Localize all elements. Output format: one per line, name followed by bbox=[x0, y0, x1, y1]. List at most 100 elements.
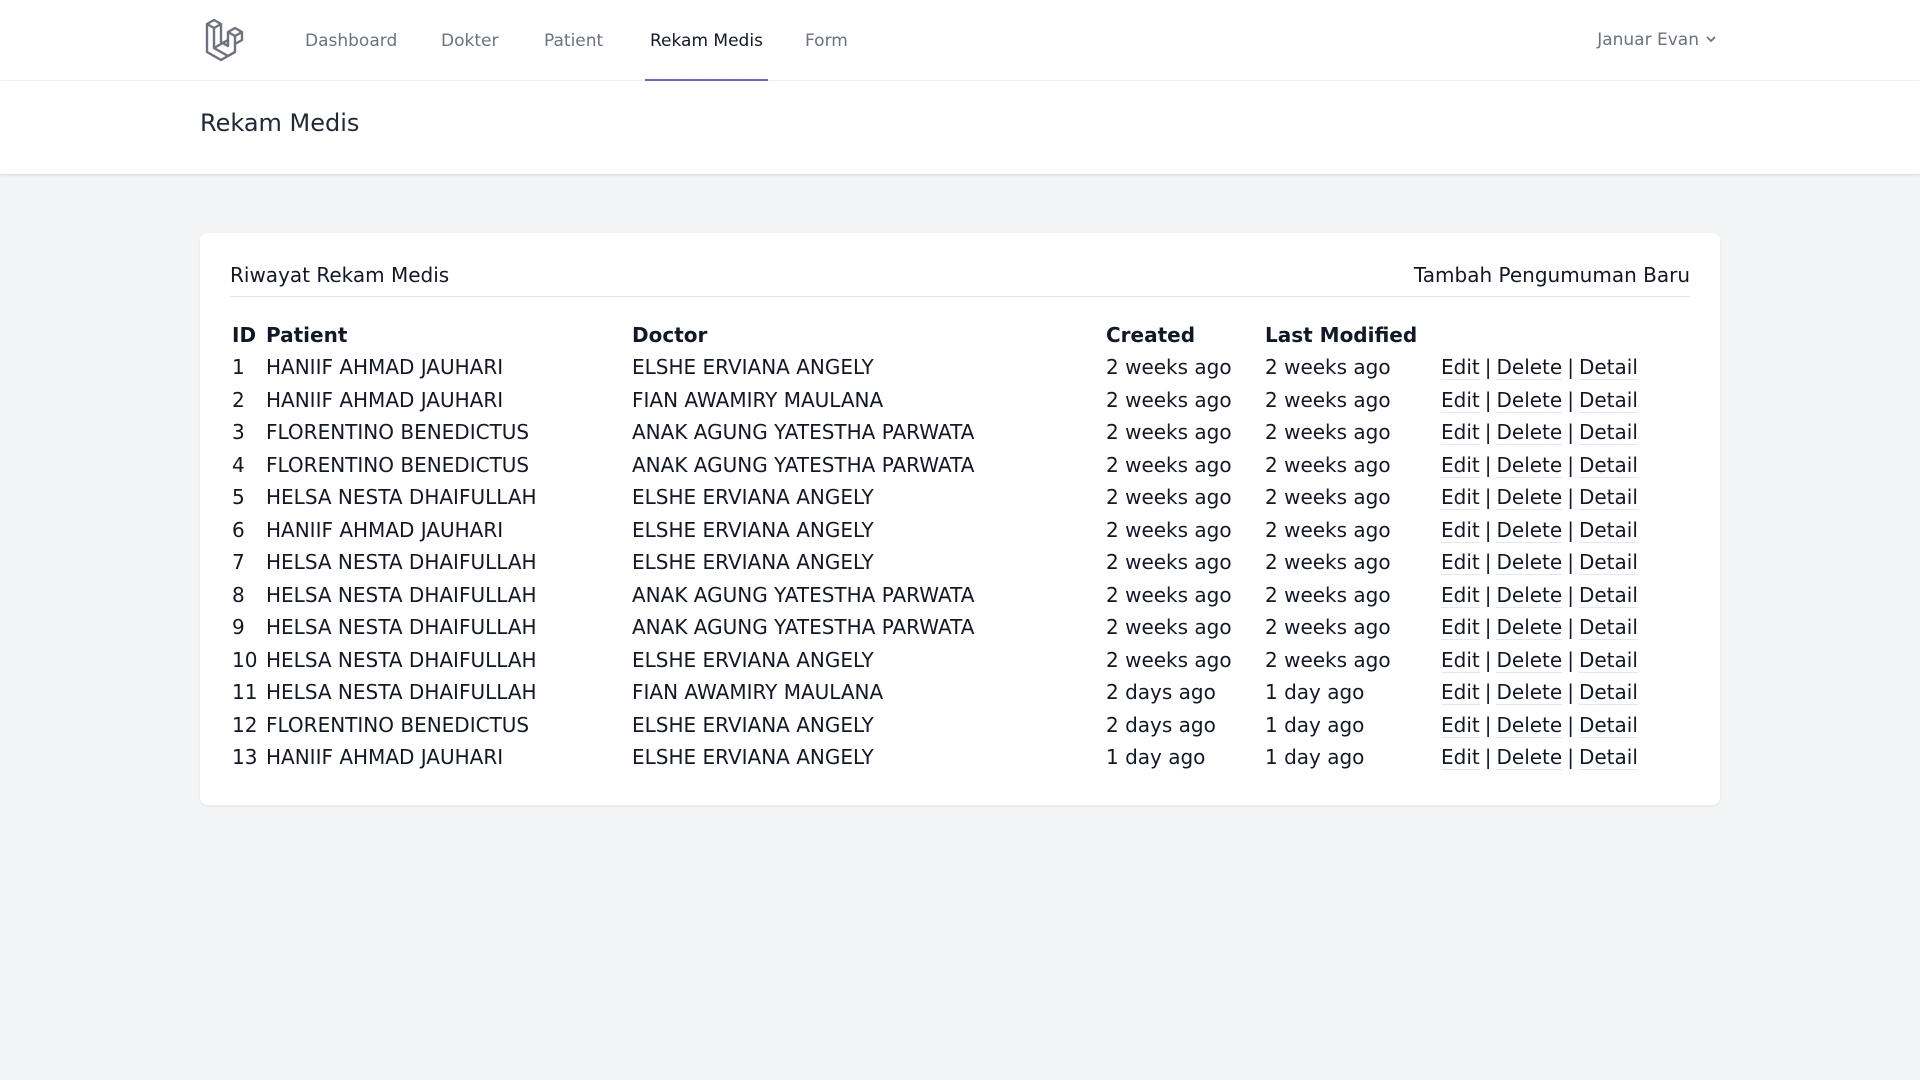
column-header-last-modified: Last Modified bbox=[1265, 322, 1418, 347]
cell-actions: Edit | Delete | Detail bbox=[1441, 611, 1661, 644]
action-separator: | bbox=[1484, 485, 1492, 510]
cell-patient: HELSA NESTA DHAIFULLAH bbox=[266, 550, 537, 575]
detail-link[interactable]: Detail bbox=[1578, 517, 1638, 543]
delete-link[interactable]: Delete bbox=[1496, 680, 1563, 706]
delete-link[interactable]: Delete bbox=[1496, 452, 1563, 478]
cell-actions: Edit | Delete | Detail bbox=[1441, 481, 1661, 514]
cell-id: 5 bbox=[232, 485, 245, 510]
cell-doctor: ELSHE ERVIANA ANGELY bbox=[632, 712, 874, 737]
detail-link[interactable]: Detail bbox=[1578, 485, 1638, 511]
cell-id: 3 bbox=[232, 420, 245, 445]
cell-created: 2 weeks ago bbox=[1106, 485, 1232, 510]
edit-link[interactable]: Edit bbox=[1441, 647, 1480, 673]
delete-link[interactable]: Delete bbox=[1496, 582, 1563, 608]
edit-link[interactable]: Edit bbox=[1441, 517, 1480, 543]
detail-link[interactable]: Detail bbox=[1578, 680, 1638, 706]
action-separator: | bbox=[1484, 420, 1492, 445]
action-separator: | bbox=[1567, 387, 1574, 412]
cell-created: 2 weeks ago bbox=[1106, 550, 1232, 575]
delete-link[interactable]: Delete bbox=[1496, 745, 1563, 771]
cell-patient: HELSA NESTA DHAIFULLAH bbox=[266, 485, 537, 510]
cell-last-modified: 1 day ago bbox=[1265, 680, 1365, 705]
cell-doctor: ELSHE ERVIANA ANGELY bbox=[632, 485, 874, 510]
delete-link[interactable]: Delete bbox=[1496, 420, 1563, 446]
table-row: 7 HELSA NESTA DHAIFULLAH ELSHE ERVIANA ANG… bbox=[230, 546, 1661, 579]
column-header-actions bbox=[1441, 318, 1661, 351]
cell-actions: Edit | Delete | Detail bbox=[1441, 416, 1661, 449]
cell-doctor: ELSHE ERVIANA ANGELY bbox=[632, 550, 874, 575]
cell-patient: HELSA NESTA DHAIFULLAH bbox=[266, 680, 537, 705]
action-separator: | bbox=[1567, 647, 1574, 672]
edit-link[interactable]: Edit bbox=[1441, 615, 1480, 641]
cell-created: 2 weeks ago bbox=[1106, 582, 1232, 607]
action-separator: | bbox=[1567, 745, 1574, 770]
action-separator: | bbox=[1567, 420, 1574, 445]
nav-link-rekam-medis[interactable]: Rekam Medis bbox=[645, 0, 768, 81]
edit-link[interactable]: Edit bbox=[1441, 680, 1480, 706]
edit-link[interactable]: Edit bbox=[1441, 485, 1480, 511]
nav-link-dokter[interactable]: Dokter bbox=[441, 0, 498, 81]
edit-link[interactable]: Edit bbox=[1441, 582, 1480, 608]
nav-link-patient[interactable]: Patient bbox=[544, 0, 603, 81]
edit-link[interactable]: Edit bbox=[1441, 550, 1480, 576]
add-new-link[interactable]: Tambah Pengumuman Baru bbox=[1414, 263, 1690, 287]
detail-link[interactable]: Detail bbox=[1578, 745, 1638, 771]
cell-patient: FLORENTINO BENEDICTUS bbox=[266, 420, 530, 445]
action-separator: | bbox=[1484, 647, 1492, 672]
cell-created: 2 days ago bbox=[1106, 712, 1216, 737]
detail-link[interactable]: Detail bbox=[1578, 550, 1638, 576]
cell-actions: Edit | Delete | Detail bbox=[1441, 579, 1661, 612]
delete-link[interactable]: Delete bbox=[1496, 647, 1563, 673]
edit-link[interactable]: Edit bbox=[1441, 387, 1480, 413]
cell-patient: FLORENTINO BENEDICTUS bbox=[266, 452, 530, 477]
detail-link[interactable]: Detail bbox=[1578, 452, 1638, 478]
action-separator: | bbox=[1484, 387, 1492, 412]
delete-link[interactable]: Delete bbox=[1496, 485, 1563, 511]
cell-actions: Edit | Delete | Detail bbox=[1441, 741, 1661, 774]
table-row: 12 FLORENTINO BENEDICTUS ELSHE ERVIANA ANG… bbox=[230, 709, 1661, 742]
action-separator: | bbox=[1567, 712, 1574, 737]
cell-actions: Edit | Delete | Detail bbox=[1441, 644, 1661, 677]
cell-id: 2 bbox=[232, 387, 245, 412]
nav-link-form[interactable]: Form bbox=[805, 0, 848, 81]
detail-link[interactable]: Detail bbox=[1578, 420, 1638, 446]
table-row: 6 HANIIF AHMAD JAUHARI ELSHE ERVIANA ANGEL… bbox=[230, 514, 1661, 547]
edit-link[interactable]: Edit bbox=[1441, 745, 1480, 771]
detail-link[interactable]: Detail bbox=[1578, 712, 1638, 738]
cell-created: 1 day ago bbox=[1106, 745, 1206, 770]
cell-last-modified: 2 weeks ago bbox=[1265, 355, 1391, 380]
column-header-patient: Patient bbox=[266, 322, 348, 347]
action-separator: | bbox=[1567, 355, 1574, 380]
page-title: Rekam Medis bbox=[200, 109, 360, 137]
delete-link[interactable]: Delete bbox=[1496, 517, 1563, 543]
delete-link[interactable]: Delete bbox=[1496, 355, 1563, 381]
delete-link[interactable]: Delete bbox=[1496, 712, 1563, 738]
detail-link[interactable]: Detail bbox=[1578, 647, 1638, 673]
card-title: Riwayat Rekam Medis bbox=[230, 263, 450, 287]
action-separator: | bbox=[1484, 355, 1492, 380]
detail-link[interactable]: Detail bbox=[1578, 615, 1638, 641]
detail-link[interactable]: Detail bbox=[1578, 582, 1638, 608]
edit-link[interactable]: Edit bbox=[1441, 712, 1480, 738]
edit-link[interactable]: Edit bbox=[1441, 420, 1480, 446]
cell-doctor: ANAK AGUNG YATESTHA PARWATA bbox=[632, 452, 975, 477]
cell-created: 2 weeks ago bbox=[1106, 452, 1232, 477]
cell-created: 2 weeks ago bbox=[1106, 615, 1232, 640]
cell-doctor: ELSHE ERVIANA ANGELY bbox=[632, 647, 874, 672]
cell-last-modified: 2 weeks ago bbox=[1265, 615, 1391, 640]
user-dropdown[interactable]: Januar Evan bbox=[1597, 0, 1717, 81]
detail-link[interactable]: Detail bbox=[1578, 355, 1638, 381]
delete-link[interactable]: Delete bbox=[1496, 387, 1563, 413]
detail-link[interactable]: Detail bbox=[1578, 387, 1638, 413]
cell-last-modified: 2 weeks ago bbox=[1265, 485, 1391, 510]
cell-last-modified: 2 weeks ago bbox=[1265, 452, 1391, 477]
nav-link-dashboard[interactable]: Dashboard bbox=[305, 0, 397, 81]
edit-link[interactable]: Edit bbox=[1441, 355, 1480, 381]
table-row: 2 HANIIF AHMAD JAUHARI FIAN AWAMIRY MAULAN… bbox=[230, 384, 1661, 417]
table-row: 1 HANIIF AHMAD JAUHARI ELSHE ERVIANA ANGEL… bbox=[230, 351, 1661, 384]
delete-link[interactable]: Delete bbox=[1496, 615, 1563, 641]
edit-link[interactable]: Edit bbox=[1441, 452, 1480, 478]
column-header-id: ID bbox=[232, 322, 257, 347]
delete-link[interactable]: Delete bbox=[1496, 550, 1563, 576]
laravel-logo-icon[interactable] bbox=[203, 16, 251, 64]
